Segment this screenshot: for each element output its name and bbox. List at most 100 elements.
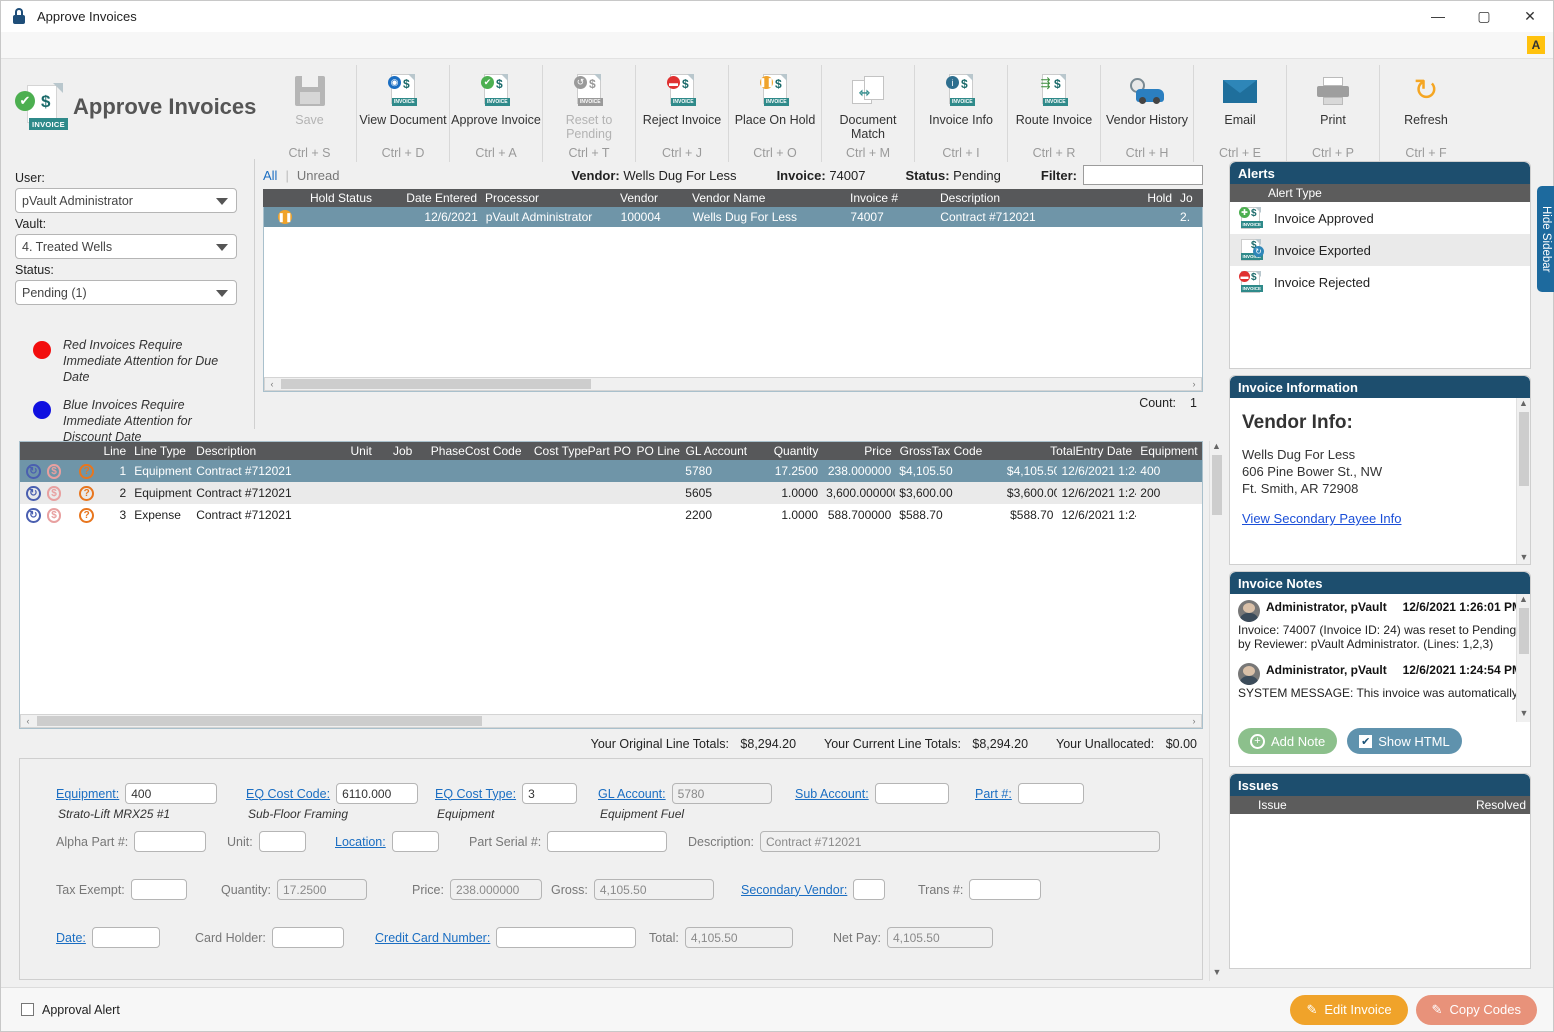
scrollbar-thumb[interactable] [37, 716, 482, 726]
eq-cost-code-input[interactable]: 6110.000 [336, 783, 419, 804]
cost-row-icon[interactable]: $ [46, 463, 62, 479]
scroll-up-icon[interactable]: ▲ [1210, 441, 1223, 455]
tax-exempt-input[interactable] [130, 879, 187, 900]
scrollbar-thumb[interactable] [1212, 455, 1222, 515]
list-item[interactable]: Administrator, pVault 12/6/2021 1:26:01 … [1230, 594, 1530, 657]
part-number-input[interactable] [1017, 783, 1084, 804]
price-input[interactable]: 238.000000 [449, 879, 542, 900]
description-input[interactable]: Contract #712021 [760, 831, 1160, 852]
invoice-info-button[interactable]: $ INVOICE i Invoice Info Ctrl + I [914, 65, 1007, 162]
close-button[interactable]: ✕ [1507, 1, 1553, 32]
scrollbar-thumb[interactable] [281, 379, 591, 389]
quantity-input[interactable]: 17.2500 [277, 879, 368, 900]
vault-select[interactable]: 4. Treated Wells [15, 234, 237, 259]
help-row-icon[interactable]: ? [79, 485, 94, 501]
date-label[interactable]: Date: [56, 931, 86, 945]
approve-invoice-button[interactable]: $ INVOICE ✔ Approve Invoice Ctrl + A [449, 65, 542, 162]
tab-all[interactable]: All [263, 168, 277, 183]
route-row-icon[interactable]: ↻ [26, 507, 41, 523]
scroll-up-icon[interactable]: ▲ [1517, 594, 1530, 608]
list-item[interactable]: $ INVOICE ↻ Invoice Exported [1230, 234, 1530, 266]
list-item[interactable]: $ INVOICE ✚ Invoice Approved [1230, 202, 1530, 234]
hide-sidebar-button[interactable]: Hide Sidebar [1537, 186, 1554, 292]
gross-input[interactable]: 4,105.50 [593, 879, 714, 900]
print-button[interactable]: Print Ctrl + P [1286, 65, 1379, 162]
table-row[interactable]: ↻ $ ? 1 Equipment Contract #712021 5780 … [20, 460, 1202, 482]
invoice-information-vscrollbar[interactable]: ▲ ▼ [1516, 398, 1530, 564]
unit-input[interactable] [258, 831, 306, 852]
table-row[interactable]: ❚❚ 12/6/2021 pVault Administrator 100004… [264, 207, 1202, 227]
scroll-down-icon[interactable]: ▼ [1517, 552, 1530, 564]
filter-input[interactable] [1083, 165, 1203, 185]
credit-card-number-input[interactable] [496, 927, 637, 948]
scrollbar-thumb[interactable] [1519, 412, 1529, 486]
gl-account-label[interactable]: GL Account: [598, 787, 666, 801]
location-label[interactable]: Location: [335, 835, 386, 849]
scroll-down-icon[interactable]: ▼ [1210, 967, 1224, 981]
secondary-vendor-label[interactable]: Secondary Vendor: [741, 883, 847, 897]
show-html-toggle[interactable]: ✔ Show HTML [1347, 728, 1462, 754]
line-items-hscrollbar[interactable]: ‹ › [20, 714, 1202, 728]
scroll-down-icon[interactable]: ▼ [1517, 708, 1530, 722]
invoice-grid-hscrollbar[interactable]: ‹ › [264, 377, 1202, 391]
net-pay-input[interactable]: 4,105.50 [886, 927, 993, 948]
cost-row-icon[interactable]: $ [46, 507, 62, 523]
add-note-button[interactable]: + Add Note [1238, 728, 1338, 754]
part-serial-input[interactable] [547, 831, 668, 852]
user-select[interactable]: pVault Administrator [15, 188, 237, 213]
date-input[interactable] [91, 927, 160, 948]
card-holder-input[interactable] [271, 927, 344, 948]
eq-cost-type-input[interactable]: 3 [522, 783, 578, 804]
invoice-notes-vscrollbar[interactable]: ▲ ▼ [1516, 594, 1530, 722]
scrollbar-thumb[interactable] [1519, 608, 1529, 654]
card-holder-label: Card Holder: [195, 930, 266, 945]
sub-account-label[interactable]: Sub Account: [795, 787, 869, 801]
eq-cost-code-label[interactable]: EQ Cost Code: [246, 787, 330, 801]
table-row[interactable]: ↻ $ ? 3 Expense Contract #712021 2200 1.… [20, 504, 1202, 526]
sub-account-input[interactable] [874, 783, 949, 804]
table-row[interactable]: ↻ $ ? 2 Equipment Contract #712021 5605 … [20, 482, 1202, 504]
equipment-input[interactable]: 400 [125, 783, 218, 804]
total-input[interactable]: 4,105.50 [684, 927, 793, 948]
place-on-hold-button[interactable]: $ INVOICE ❚❚ Place On Hold Ctrl + O [728, 65, 821, 162]
location-input[interactable] [391, 831, 439, 852]
help-row-icon[interactable]: ? [79, 507, 94, 523]
equipment-label[interactable]: Equipment: [56, 787, 119, 801]
cost-row-icon[interactable]: $ [46, 485, 62, 501]
scroll-right-icon[interactable]: › [1187, 379, 1201, 389]
refresh-button[interactable]: ↻ Refresh Ctrl + F [1379, 65, 1472, 162]
checkbox-icon[interactable] [21, 1003, 34, 1016]
email-button[interactable]: Email Ctrl + E [1193, 65, 1286, 162]
approval-alert-checkbox[interactable]: Approval Alert [21, 1003, 120, 1017]
eq-cost-type-label[interactable]: EQ Cost Type: [435, 787, 516, 801]
scroll-up-icon[interactable]: ▲ [1517, 398, 1530, 412]
list-item[interactable]: $ INVOICE ▬ Invoice Rejected [1230, 266, 1530, 298]
route-invoice-button[interactable]: $ INVOICE ⇶ Route Invoice Ctrl + R [1007, 65, 1100, 162]
list-item[interactable]: Administrator, pVault 12/6/2021 1:24:54 … [1230, 657, 1530, 706]
route-row-icon[interactable]: ↻ [26, 463, 41, 479]
copy-codes-button[interactable]: ✎ Copy Codes [1415, 994, 1537, 1025]
minimize-button[interactable]: — [1415, 1, 1461, 32]
alpha-part-input[interactable] [134, 831, 207, 852]
center-pane-vscrollbar[interactable]: ▲ ▼ [1209, 441, 1223, 981]
view-secondary-payee-link[interactable]: View Secondary Payee Info [1242, 511, 1401, 526]
view-document-button[interactable]: $ INVOICE ◉ View Document Ctrl + D [356, 65, 449, 162]
route-row-icon[interactable]: ↻ [26, 485, 41, 501]
warning-badge-icon[interactable]: A [1527, 36, 1545, 54]
reject-invoice-button[interactable]: $ INVOICE ▬ Reject Invoice Ctrl + J [635, 65, 728, 162]
gl-account-input[interactable]: 5780 [671, 783, 772, 804]
trans-number-input[interactable] [969, 879, 1042, 900]
maximize-button[interactable]: ▢ [1461, 1, 1507, 32]
scroll-right-icon[interactable]: › [1187, 716, 1201, 726]
edit-invoice-button[interactable]: ✎ Edit Invoice [1290, 994, 1408, 1025]
secondary-vendor-input[interactable] [853, 879, 886, 900]
scroll-left-icon[interactable]: ‹ [21, 716, 35, 726]
part-number-label[interactable]: Part #: [975, 787, 1012, 801]
tab-unread[interactable]: Unread [297, 168, 340, 183]
status-select[interactable]: Pending (1) [15, 280, 237, 305]
help-row-icon[interactable]: ? [79, 463, 94, 479]
credit-card-number-label[interactable]: Credit Card Number: [375, 931, 490, 945]
document-match-button[interactable]: ⇿ Document Match Ctrl + M [821, 65, 914, 162]
vendor-history-button[interactable]: Vendor History Ctrl + H [1100, 65, 1193, 162]
scroll-left-icon[interactable]: ‹ [265, 379, 279, 389]
